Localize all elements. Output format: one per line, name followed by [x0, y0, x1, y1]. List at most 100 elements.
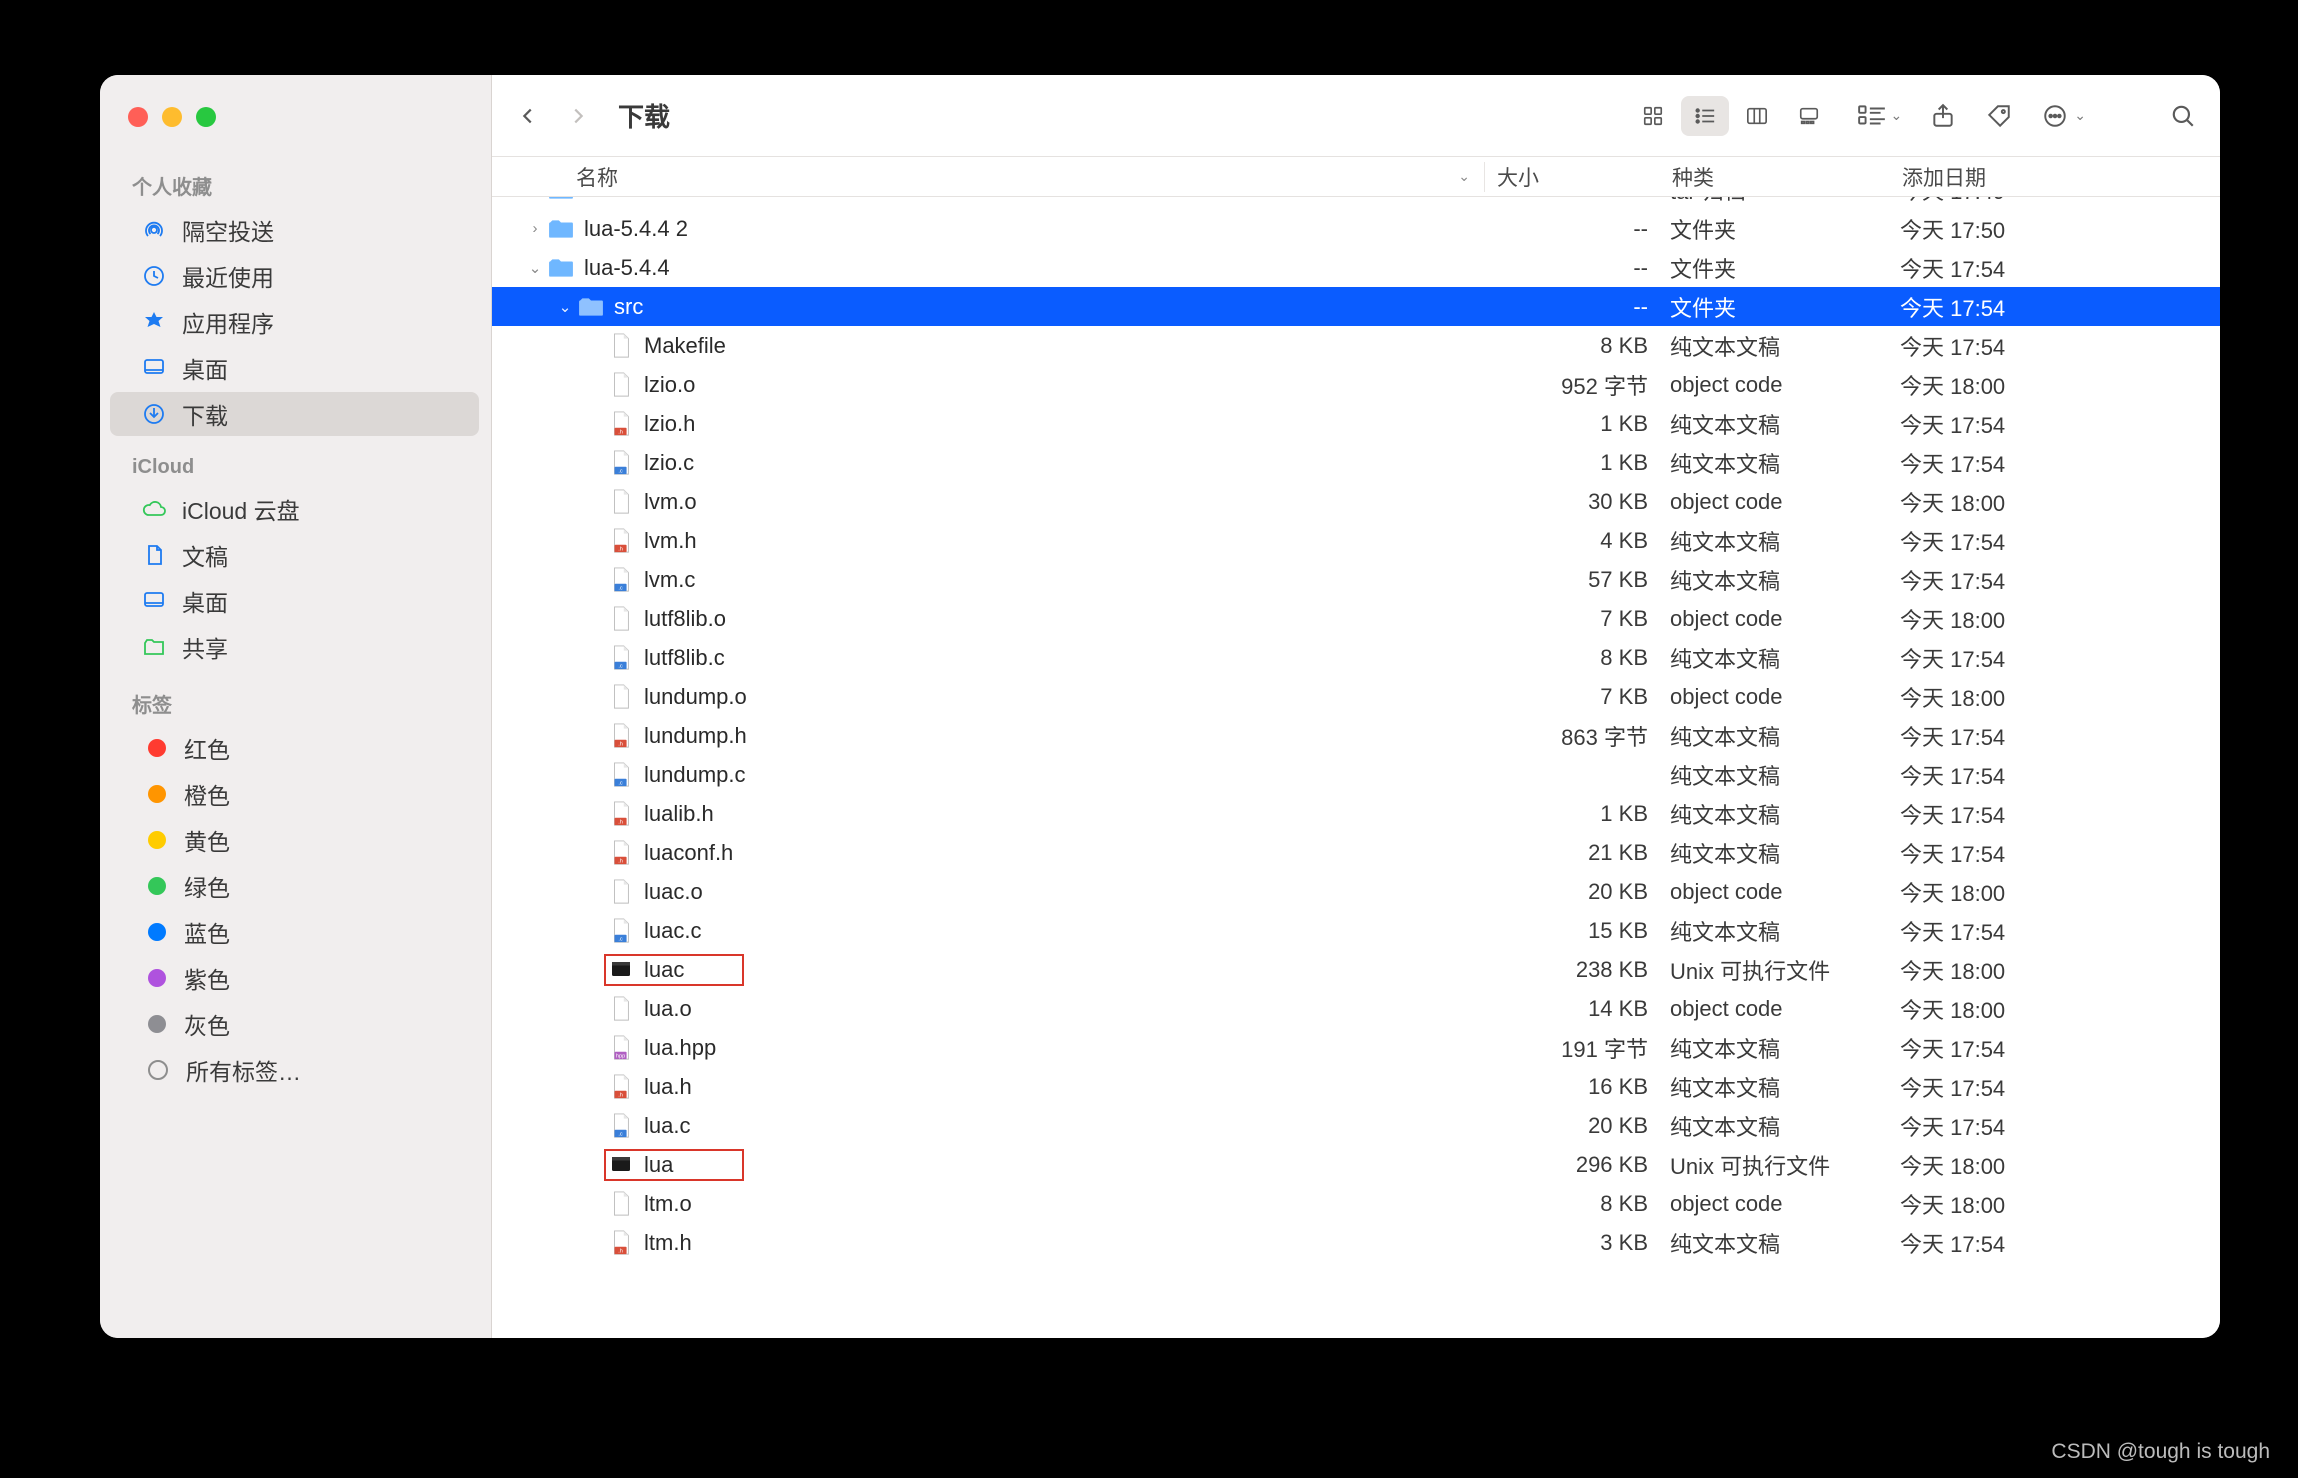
file-row[interactable]: · luac 238 KB Unix 可执行文件 今天 18:00 [492, 950, 2220, 989]
sidebar-item-docs[interactable]: 文稿 [110, 533, 479, 577]
file-size: 20 KB [1484, 1113, 1670, 1139]
file-row[interactable]: · ltm.o 8 KB object code 今天 18:00 [492, 1184, 2220, 1223]
file-row[interactable]: · .h lualib.h 1 KB 纯文本文稿 今天 17:54 [492, 794, 2220, 833]
file-row[interactable]: · Makefile 8 KB 纯文本文稿 今天 17:54 [492, 326, 2220, 365]
file-date: 今天 17:54 [1900, 837, 2220, 869]
file-row[interactable]: · .h lzio.h 1 KB 纯文本文稿 今天 17:54 [492, 404, 2220, 443]
file-kind: 纯文本文稿 [1670, 525, 1900, 557]
file-kind: 纯文本文稿 [1670, 759, 1900, 791]
file-kind: 文件夹 [1670, 291, 1900, 323]
svg-text:.c: .c [618, 585, 623, 591]
file-row[interactable]: · lzio.o 952 字节 object code 今天 18:00 [492, 365, 2220, 404]
sidebar-tag[interactable]: 橙色 [110, 772, 479, 816]
file-row[interactable]: · .c lvm.c 57 KB 纯文本文稿 今天 17:54 [492, 560, 2220, 599]
file-row[interactable]: · lutf8lib.o 7 KB object code 今天 18:00 [492, 599, 2220, 638]
file-kind: 纯文本文稿 [1670, 1071, 1900, 1103]
sidebar-all-tags[interactable]: 所有标签… [110, 1048, 479, 1092]
file-date: 今天 17:54 [1900, 915, 2220, 947]
sidebar-tag[interactable]: 紫色 [110, 956, 479, 1000]
file-row[interactable]: · .h lua.h 16 KB 纯文本文稿 今天 17:54 [492, 1067, 2220, 1106]
sidebar-tag[interactable]: 灰色 [110, 1002, 479, 1046]
folder-row[interactable]: ⌄ src -- 文件夹 今天 17:54 [492, 287, 2220, 326]
file-row[interactable]: · .c luac.c 15 KB 纯文本文稿 今天 17:54 [492, 911, 2220, 950]
sidebar-item-desktop[interactable]: 桌面 [110, 579, 479, 623]
file-size: 1 KB [1484, 411, 1670, 437]
file-size: 863 字节 [1484, 720, 1670, 752]
file-name: lzio.o [644, 372, 695, 398]
column-date[interactable]: 添加日期 [1900, 162, 2220, 192]
nav-forward-button[interactable] [556, 94, 600, 138]
file-row[interactable]: · luac.o 20 KB object code 今天 18:00 [492, 872, 2220, 911]
view-list-button[interactable] [1681, 96, 1729, 136]
tag-dot-icon [148, 877, 166, 895]
view-gallery-button[interactable] [1785, 96, 1833, 136]
file-name: luac.c [644, 918, 701, 944]
file-row[interactable]: · .c lzio.c 1 KB 纯文本文稿 今天 17:54 [492, 443, 2220, 482]
sidebar-tag[interactable]: 黄色 [110, 818, 479, 862]
folder-row[interactable]: › lua-5.4.4 2 -- 文件夹 今天 17:50 [492, 209, 2220, 248]
svg-text:.h: .h [618, 429, 623, 435]
column-kind[interactable]: 种类 [1670, 162, 1900, 192]
search-button[interactable] [2168, 103, 2198, 129]
column-size[interactable]: 大小 [1484, 162, 1670, 192]
view-icons-button[interactable] [1629, 96, 1677, 136]
file-row[interactable]: · lua.o 14 KB object code 今天 18:00 [492, 989, 2220, 1028]
file-size: 1.4 MB [1484, 197, 1670, 203]
sidebar-item-apps[interactable]: 应用程序 [110, 300, 479, 344]
file-name: lua-5.4.4 2 [584, 216, 688, 242]
folder-row[interactable]: · lua-5.4.4.tar 1.4 MB tar 归档 今天 17:49 [492, 197, 2220, 209]
file-row[interactable]: · lvm.o 30 KB object code 今天 18:00 [492, 482, 2220, 521]
tag-dot-icon [148, 923, 166, 941]
sidebar-item-desktop[interactable]: 桌面 [110, 346, 479, 390]
file-date: 今天 17:54 [1900, 759, 2220, 791]
file-name: lua.hpp [644, 1035, 716, 1061]
sidebar-tag[interactable]: 蓝色 [110, 910, 479, 954]
column-headers: 名称 ⌄ 大小 种类 添加日期 [492, 157, 2220, 197]
tags-button[interactable] [1984, 103, 2014, 129]
disclosure-icon[interactable]: ⌄ [526, 259, 544, 277]
nav-back-button[interactable] [506, 94, 550, 138]
file-date: 今天 18:00 [1900, 876, 2220, 908]
file-row[interactable]: · .h lundump.h 863 字节 纯文本文稿 今天 17:54 [492, 716, 2220, 755]
group-by-button[interactable]: ⌄ [1857, 103, 1903, 129]
folder-row[interactable]: ⌄ lua-5.4.4 -- 文件夹 今天 17:54 [492, 248, 2220, 287]
icloud-icon [140, 495, 168, 523]
sidebar-item-shared[interactable]: 共享 [110, 625, 479, 669]
disclosure-icon[interactable]: ⌄ [556, 298, 574, 316]
sidebar-item-downloads[interactable]: 下载 [110, 392, 479, 436]
share-button[interactable] [1928, 103, 1958, 129]
file-row[interactable]: · .c lundump.c 纯文本文稿 今天 17:54 [492, 755, 2220, 794]
file-row[interactable]: · .h ltm.h 3 KB 纯文本文稿 今天 17:54 [492, 1223, 2220, 1262]
svg-text:.c: .c [618, 780, 623, 786]
file-size: 14 KB [1484, 996, 1670, 1022]
all-tags-icon [144, 1056, 172, 1084]
disclosure-icon[interactable]: › [526, 220, 544, 237]
close-button[interactable] [128, 107, 148, 127]
sidebar-item-label: 隔空投送 [182, 213, 274, 247]
actions-button[interactable]: ⌄ [2040, 103, 2086, 129]
sidebar-tag[interactable]: 绿色 [110, 864, 479, 908]
file-row[interactable]: · lua 296 KB Unix 可执行文件 今天 18:00 [492, 1145, 2220, 1184]
maximize-button[interactable] [196, 107, 216, 127]
sidebar-item-icloud[interactable]: iCloud 云盘 [110, 487, 479, 531]
file-row[interactable]: · .h lvm.h 4 KB 纯文本文稿 今天 17:54 [492, 521, 2220, 560]
file-name: lvm.h [644, 528, 697, 554]
file-row[interactable]: · .c lutf8lib.c 8 KB 纯文本文稿 今天 17:54 [492, 638, 2220, 677]
sidebar-item-airdrop[interactable]: 隔空投送 [110, 208, 479, 252]
column-name[interactable]: 名称 ⌄ [492, 162, 1484, 192]
recents-icon [140, 262, 168, 290]
file-row[interactable]: · hpp lua.hpp 191 字节 纯文本文稿 今天 17:54 [492, 1028, 2220, 1067]
sidebar-tag[interactable]: 红色 [110, 726, 479, 770]
file-icon: .h [608, 411, 634, 437]
sidebar-item-label: 桌面 [182, 584, 228, 618]
file-icon: .c [608, 567, 634, 593]
file-row[interactable]: · .c lua.c 20 KB 纯文本文稿 今天 17:54 [492, 1106, 2220, 1145]
minimize-button[interactable] [162, 107, 182, 127]
sidebar-item-recents[interactable]: 最近使用 [110, 254, 479, 298]
file-row[interactable]: · .h luaconf.h 21 KB 纯文本文稿 今天 17:54 [492, 833, 2220, 872]
view-columns-button[interactable] [1733, 96, 1781, 136]
file-row[interactable]: · lundump.o 7 KB object code 今天 18:00 [492, 677, 2220, 716]
file-icon: .h [608, 723, 634, 749]
file-name: lua-5.4.4 [584, 255, 670, 281]
file-list[interactable]: · lua-5.4.4.tar 1.4 MB tar 归档 今天 17:49 ›… [492, 197, 2220, 1338]
